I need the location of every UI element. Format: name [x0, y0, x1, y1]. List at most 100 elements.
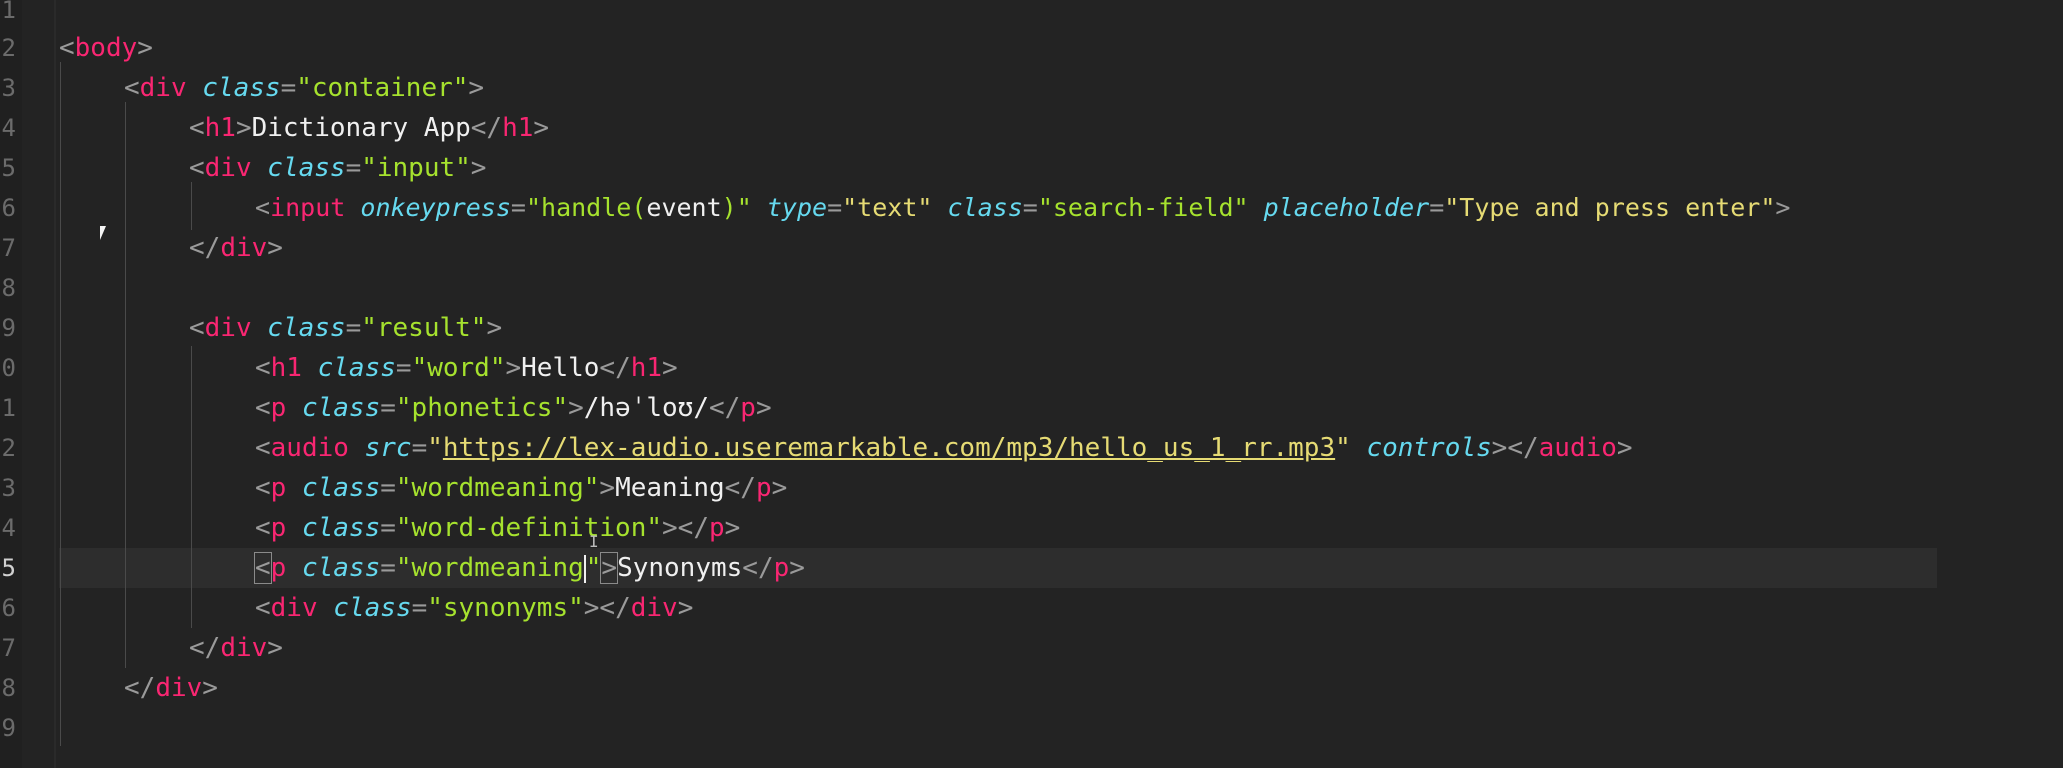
token: >	[486, 313, 503, 343]
line-number: 3	[1, 474, 16, 502]
token-string: "	[585, 553, 602, 583]
code-line-15-active[interactable]: <p class="wordmeaning">Synonyms</p>	[254, 548, 805, 588]
token-attr: class	[267, 153, 346, 183]
token-tag: div	[204, 153, 252, 183]
token: >	[505, 353, 522, 383]
code-line-7[interactable]: </div>	[189, 228, 283, 268]
token-text: /həˈloʊ/	[583, 393, 709, 423]
code-editor[interactable]: 1 2 3 4 5 6 7 8 9 0 1 2 3 4 5 6 7 8 9 <b…	[0, 0, 2063, 768]
code-line-14[interactable]: <p class="word-definition"></p>	[255, 508, 740, 548]
token: </	[1507, 433, 1539, 463]
token: >	[468, 73, 485, 103]
token-attr: placeholder	[1263, 193, 1430, 222]
token-tag: p	[270, 393, 287, 423]
token: >	[470, 153, 487, 183]
token-tag: h1	[502, 113, 534, 143]
token-tag: h1	[204, 113, 236, 143]
token-attr: class	[301, 513, 381, 543]
token: =	[380, 393, 396, 423]
token: <	[189, 153, 205, 183]
code-line-3[interactable]: <div class="container">	[124, 68, 484, 108]
token-text: Dictionary App	[251, 113, 471, 143]
token-attr: class	[301, 393, 381, 423]
code-line-6[interactable]: <input onkeypress="handle(event)" type="…	[255, 188, 1790, 228]
line-number: 1	[1, 0, 16, 24]
code-line-18[interactable]: </div>	[124, 668, 218, 708]
code-line-5[interactable]: <div class="input">	[189, 148, 486, 188]
token-attr: type	[766, 193, 828, 222]
line-number-gutter: 1 2 3 4 5 6 7 8 9 0 1 2 3 4 5 6 7 8 9	[0, 0, 22, 768]
token: =	[280, 73, 297, 103]
token-tag: div	[220, 233, 268, 263]
token-tag: body	[74, 33, 138, 63]
token: =	[411, 433, 428, 463]
code-line-10[interactable]: <h1 class="word">Hello</h1>	[255, 348, 678, 388]
token-tag: p	[270, 553, 287, 583]
token: =	[1022, 193, 1038, 222]
line-number: 6	[1, 194, 16, 222]
code-line-4[interactable]: <h1>Dictionary App</h1>	[189, 108, 549, 148]
token: <	[255, 433, 271, 463]
token-string: "word"	[411, 353, 506, 383]
token-tag: h1	[630, 353, 663, 383]
token-string: "container"	[296, 73, 469, 103]
token: >	[1616, 433, 1633, 463]
token-text: event	[646, 193, 722, 222]
token: =	[827, 193, 843, 222]
token: >	[202, 673, 218, 703]
token-tag: p	[270, 513, 287, 543]
token: =	[345, 313, 362, 343]
token: <	[124, 73, 140, 103]
token: </	[677, 513, 709, 543]
token-tag: p	[740, 393, 756, 423]
line-number: 4	[1, 114, 16, 142]
token-matched-bracket: >	[600, 552, 619, 584]
token: =	[1429, 193, 1445, 222]
token: <	[255, 393, 271, 423]
code-line-12[interactable]: <audio src="https://lex-audio.useremarka…	[255, 428, 1633, 468]
token: </	[189, 233, 221, 263]
token: >	[568, 393, 584, 423]
token: </	[742, 553, 774, 583]
line-number: 7	[1, 234, 16, 262]
token: >	[662, 513, 678, 543]
token: <	[255, 513, 271, 543]
line-number: 3	[1, 74, 16, 102]
token-string: "	[736, 193, 752, 222]
token-tag: div	[139, 73, 187, 103]
line-number: 5	[1, 154, 16, 182]
token: =	[345, 153, 362, 183]
token: =	[380, 473, 396, 503]
code-line-17[interactable]: </div>	[189, 628, 283, 668]
token: <	[189, 313, 205, 343]
token-tag: h1	[270, 353, 302, 383]
token: <	[59, 33, 75, 63]
text-cursor-icon: I	[589, 532, 599, 551]
line-number: 8	[1, 274, 16, 302]
token: >	[662, 353, 678, 383]
token: =	[380, 553, 396, 583]
token-tag: div	[270, 593, 318, 623]
token: >	[771, 473, 788, 503]
code-line-11[interactable]: <p class="phonetics">/həˈloʊ/</p>	[255, 388, 772, 428]
token: >	[789, 553, 805, 583]
token: =	[411, 593, 428, 623]
line-number: 9	[1, 714, 16, 742]
token-text: Synonyms	[617, 553, 743, 583]
token-attr: class	[333, 593, 412, 623]
code-line-16[interactable]: <div class="synonyms"></div>	[255, 588, 693, 628]
token-string: handle(	[541, 193, 647, 222]
code-line-2[interactable]: <body>	[59, 28, 153, 68]
token-string: "wordmeaning	[395, 553, 584, 583]
token-string: "phonetics"	[395, 393, 569, 423]
token: <	[255, 193, 271, 222]
line-number: 7	[1, 634, 16, 662]
token: >	[267, 633, 283, 663]
token-attr: class	[947, 193, 1023, 222]
code-line-9[interactable]: <div class="result">	[189, 308, 502, 348]
line-number: 0	[1, 354, 16, 382]
audio-url-link[interactable]: https://lex-audio.useremarkable.com/mp3/…	[443, 433, 1335, 463]
token: >	[533, 113, 550, 143]
token-attr: controls	[1366, 433, 1492, 463]
code-line-13[interactable]: <p class="wordmeaning">Meaning</p>	[255, 468, 787, 508]
